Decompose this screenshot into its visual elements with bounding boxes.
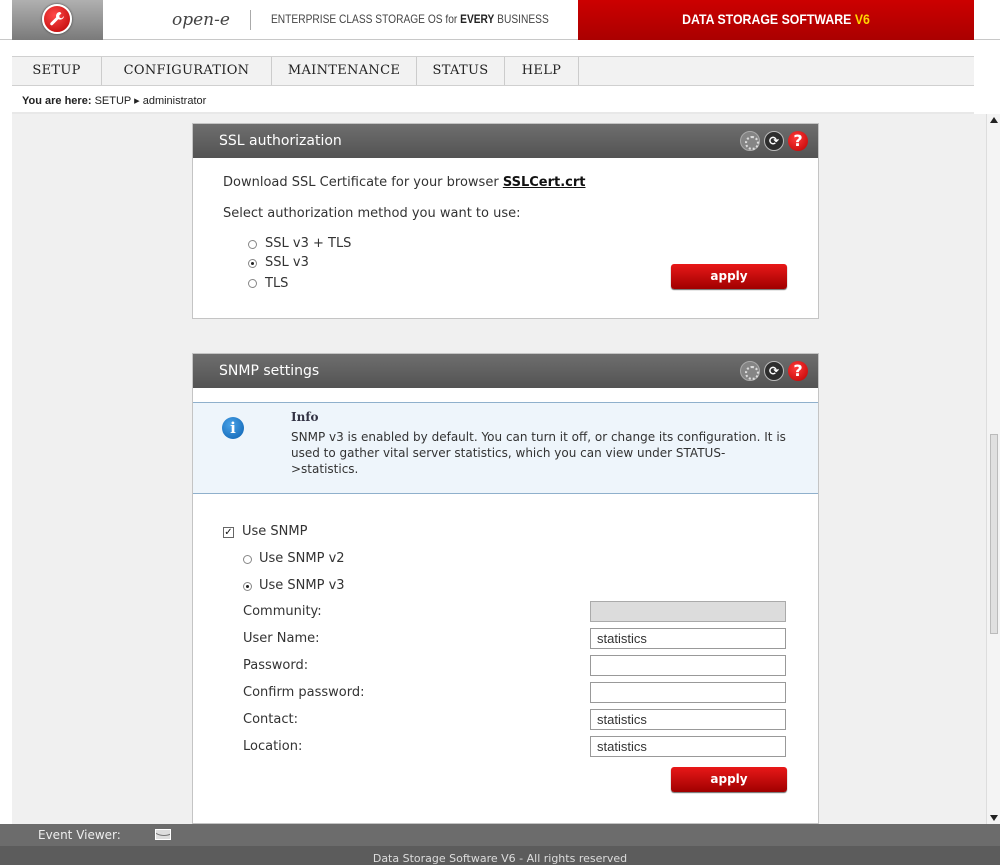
snmp-apply-button[interactable]: apply [671,767,787,792]
ssl-authorization-panel: SSL authorization ⟳ ? Download SSL Certi… [192,123,819,319]
select-method-text: Select authorization method you want to … [223,206,521,221]
ssl-apply-button[interactable]: apply [671,264,787,289]
radio-label: SSL v3 [265,255,309,270]
event-viewer-bar: Event Viewer: [0,824,1000,846]
event-viewer-label: Event Viewer: [38,828,121,842]
refresh-icon[interactable]: ⟳ [764,361,784,381]
help-icon[interactable]: ? [788,361,808,381]
field-label: Password: [243,658,309,673]
header-divider [250,10,251,30]
menu-help[interactable]: HELP [505,57,579,85]
copyright-bar: Data Storage Software V6 - All rights re… [0,846,1000,865]
tagline: ENTERPRISE CLASS STORAGE OS for EVERY BU… [271,12,549,26]
wrench-icon [42,4,72,34]
brand-logo: open-e [172,10,230,30]
menu-configuration[interactable]: CONFIGURATION [102,57,272,85]
field-label: Community: [243,604,322,619]
info-text: SNMP v3 is enabled by default. You can t… [291,430,786,476]
breadcrumb-setup[interactable]: SETUP [95,95,131,107]
main-menu: SETUP CONFIGURATION MAINTENANCE STATUS H… [12,56,974,86]
scroll-up-icon[interactable] [990,117,998,123]
radio-tls[interactable] [248,279,257,288]
product-banner: DATA STORAGE SOFTWARE V6 [578,0,974,40]
loading-icon [740,131,760,151]
breadcrumb-prefix: You are here: [22,95,92,107]
radio-ssl-v3[interactable] [248,259,257,268]
field-label: User Name: [243,631,320,646]
loading-icon [740,361,760,381]
panel-title: SSL authorization [219,133,342,149]
info-box: i Info SNMP v3 is enabled by default. Yo… [193,402,818,494]
breadcrumb: You are here: SETUP ▸ administrator [22,94,206,107]
product-name: DATA STORAGE SOFTWARE V6 [682,11,870,27]
info-icon: i [222,417,244,439]
checkbox-label: Use SNMP [242,524,308,539]
content-area: SSL authorization ⟳ ? Download SSL Certi… [12,114,986,824]
password-field[interactable] [590,655,786,676]
radio-snmp-v3[interactable] [243,582,252,591]
confirm-password-field[interactable] [590,682,786,703]
menu-setup[interactable]: SETUP [12,57,102,85]
menu-maintenance[interactable]: MAINTENANCE [272,57,417,85]
community-field[interactable] [590,601,786,622]
radio-label: Use SNMP v3 [259,578,345,593]
use-snmp-checkbox[interactable]: ✓ [223,527,234,538]
radio-label: SSL v3 + TLS [265,236,352,251]
radio-snmp-v2[interactable] [243,555,252,564]
copyright-text: Data Storage Software V6 - All rights re… [372,852,628,865]
radio-label: TLS [265,276,289,291]
field-label: Location: [243,739,303,754]
refresh-icon[interactable]: ⟳ [764,131,784,151]
field-label: Confirm password: [243,685,365,700]
contact-field[interactable]: statistics [590,709,786,730]
panel-header: SSL authorization ⟳ ? [193,124,818,158]
breadcrumb-separator-icon: ▸ [134,95,140,107]
envelope-icon[interactable] [155,829,171,840]
breadcrumb-administrator[interactable]: administrator [143,95,207,107]
snmp-settings-panel: SNMP settings ⟳ ? i Info SNMP v3 is enab… [192,353,819,824]
field-label: Contact: [243,712,298,727]
radio-ssl-tls[interactable] [248,240,257,249]
ssl-cert-link[interactable]: SSLCert.crt [503,175,586,190]
menu-status[interactable]: STATUS [417,57,505,85]
help-icon[interactable]: ? [788,131,808,151]
scroll-thumb[interactable] [990,434,998,634]
scroll-down-icon[interactable] [990,815,998,821]
username-field[interactable]: statistics [590,628,786,649]
panel-header: SNMP settings ⟳ ? [193,354,818,388]
location-field[interactable]: statistics [590,736,786,757]
logo-button[interactable] [12,0,103,40]
panel-title: SNMP settings [219,363,320,379]
download-text: Download SSL Certificate for your browse… [223,175,586,190]
vertical-scrollbar[interactable] [986,114,1000,824]
info-title: Info [291,410,319,424]
app-header: open-e ENTERPRISE CLASS STORAGE OS for E… [0,0,1000,40]
radio-label: Use SNMP v2 [259,551,345,566]
